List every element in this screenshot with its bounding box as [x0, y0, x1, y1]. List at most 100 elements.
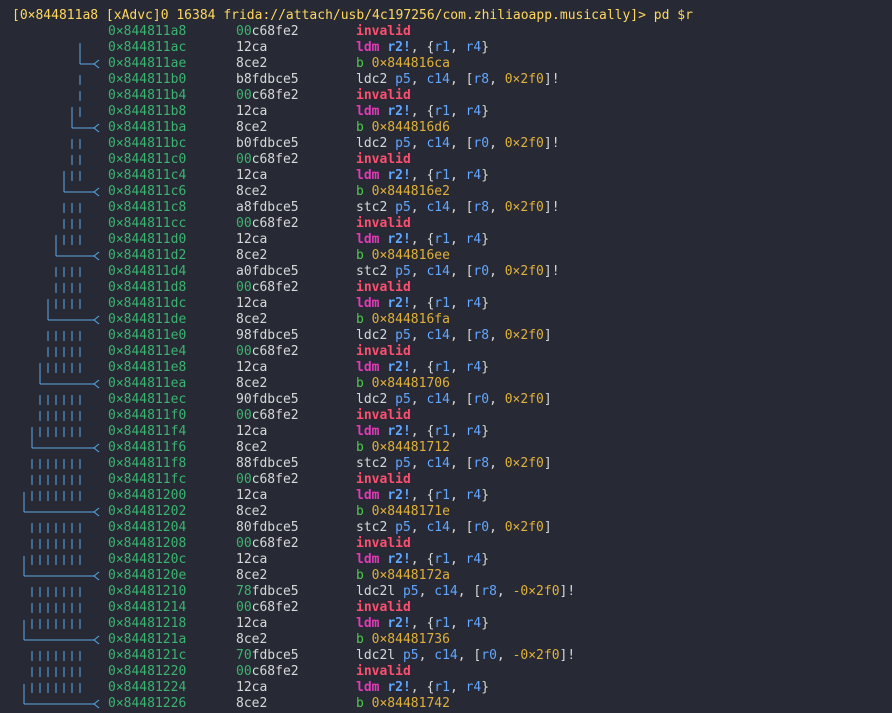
listing-row: 0×844811f4 12ca ldm r2!, {r1, r4} — [0, 424, 892, 440]
instruction-address: 0×84481210 — [108, 584, 187, 599]
disassembly-text: invalid — [356, 24, 411, 39]
instruction-address: 0×844811b0 — [108, 72, 187, 87]
instruction-bytes: 00c68fe2 — [236, 664, 299, 680]
listing-row: 0×844811bc b0fdbce5 ldc2 p5, c14, [r0, 0×2… — [0, 136, 892, 152]
bytes-rest: 8ce2 — [236, 504, 268, 519]
bytes-rest: c68fe2 — [251, 600, 299, 615]
instruction-address: 0×844811b8 — [108, 104, 187, 119]
instruction-bytes: 00c68fe2 — [236, 472, 299, 488]
instruction-address: 0×84481220 — [108, 664, 187, 679]
instruction-address: 0×844811fc — [108, 472, 187, 487]
instruction-bytes: 70fdbce5 — [236, 648, 299, 664]
instruction-bytes: a0fdbce5 — [236, 264, 299, 280]
instruction-address: 0×844811de — [108, 312, 187, 327]
instruction-address: 0×844811d0 — [108, 232, 187, 247]
instruction-bytes: 12ca — [236, 680, 267, 696]
instruction-address: 0×844811f4 — [108, 424, 187, 439]
disassembly-text: ldm r2!, {r1, r4} — [356, 488, 490, 503]
disassembly-text: b 0×84481706 — [356, 376, 450, 391]
terminal-window[interactable]: [0×844811a8 [xAdvc]0 16384 frida://attac… — [0, 0, 892, 713]
bytes-rest: 8ce2 — [236, 120, 268, 135]
instruction-address: 0×8448121c — [108, 648, 187, 663]
instruction-bytes: 00c68fe2 — [236, 600, 299, 616]
listing-row: 0×84481226 8ce2 b 0×84481742 — [0, 696, 892, 712]
instruction-bytes: 98fdbce5 — [236, 328, 299, 344]
disassembly-text: b 0×84481712 — [356, 440, 450, 455]
instruction-bytes: 00c68fe2 — [236, 88, 299, 104]
listing-row: 0×844811f6 8ce2 b 0×84481712 — [0, 440, 892, 456]
listing-row: 0×84481202 8ce2 b 0×8448171e — [0, 504, 892, 520]
instruction-bytes: 12ca — [236, 104, 267, 120]
bytes-rest: 8ce2 — [236, 312, 268, 327]
instruction-bytes: 00c68fe2 — [236, 408, 299, 424]
instruction-address: 0×844811a8 — [108, 24, 187, 39]
instruction-address: 0×844811cc — [108, 216, 187, 231]
bytes-rest: 12ca — [236, 552, 268, 567]
listing-row: 0×844811b4 00c68fe2 invalid — [0, 88, 892, 104]
bytes-highlight: 70 — [236, 648, 252, 663]
instruction-address: 0×844811f6 — [108, 440, 187, 455]
bytes-highlight: 00 — [236, 24, 252, 39]
disassembly-text: invalid — [356, 472, 411, 487]
bytes-rest: a8fdbce5 — [236, 200, 299, 215]
bytes-highlight: 00 — [236, 536, 252, 551]
bytes-highlight: 00 — [236, 152, 252, 167]
instruction-bytes: 90fdbce5 — [236, 392, 299, 408]
disassembly-text: invalid — [356, 216, 411, 231]
disassembly-text: invalid — [356, 664, 411, 679]
instruction-bytes: 00c68fe2 — [236, 152, 299, 168]
bytes-rest: c68fe2 — [251, 280, 299, 295]
instruction-address: 0×8448121a — [108, 632, 187, 647]
listing-row: 0×844811d4 a0fdbce5 stc2 p5, c14, [r0, 0×2… — [0, 264, 892, 280]
listing-row: 0×844811ae 8ce2 b 0×844816ca — [0, 56, 892, 72]
disassembly-text: stc2 p5, c14, [r0, 0×2f0]! — [356, 264, 560, 279]
instruction-address: 0×844811ec — [108, 392, 187, 407]
disassembly-text: b 0×844816fa — [356, 312, 450, 327]
bytes-rest: c68fe2 — [251, 472, 299, 487]
instruction-bytes: 8ce2 — [236, 120, 267, 136]
bytes-rest: c68fe2 — [251, 408, 299, 423]
instruction-address: 0×84481224 — [108, 680, 187, 695]
disassembly-text: b 0×844816d6 — [356, 120, 450, 135]
instruction-bytes: 00c68fe2 — [236, 280, 299, 296]
disassembly-text: b 0×844816ca — [356, 56, 450, 71]
instruction-bytes: 80fdbce5 — [236, 520, 299, 536]
instruction-address: 0×844811c0 — [108, 152, 187, 167]
bytes-rest: a0fdbce5 — [236, 264, 299, 279]
instruction-bytes: 12ca — [236, 424, 267, 440]
bytes-rest: 90fdbce5 — [236, 392, 299, 407]
disassembly-text: b 0×844816e2 — [356, 184, 450, 199]
instruction-bytes: 00c68fe2 — [236, 344, 299, 360]
bytes-highlight: 00 — [236, 344, 252, 359]
instruction-address: 0×844811bc — [108, 136, 187, 151]
instruction-bytes: 8ce2 — [236, 248, 267, 264]
listing-row: 0×84481200 12ca ldm r2!, {r1, r4} — [0, 488, 892, 504]
listing-row: 0×844811c6 8ce2 b 0×844816e2 — [0, 184, 892, 200]
instruction-bytes: 12ca — [236, 40, 267, 56]
instruction-address: 0×844811c6 — [108, 184, 187, 199]
bytes-rest: 8ce2 — [236, 696, 268, 711]
instruction-address: 0×844811e4 — [108, 344, 187, 359]
bytes-rest: 12ca — [236, 424, 268, 439]
disassembly-text: ldm r2!, {r1, r4} — [356, 104, 490, 119]
listing-row: 0×8448121c 70fdbce5 ldc2l p5, c14, [r0, -0… — [0, 648, 892, 664]
instruction-bytes: 12ca — [236, 296, 267, 312]
instruction-bytes: 8ce2 — [236, 376, 267, 392]
listing-row: 0×8448120c 12ca ldm r2!, {r1, r4} — [0, 552, 892, 568]
disassembly-text: ldm r2!, {r1, r4} — [356, 552, 490, 567]
instruction-address: 0×8448120e — [108, 568, 187, 583]
listing-row: 0×84481210 78fdbce5 ldc2l p5, c14, [r8, -0… — [0, 584, 892, 600]
bytes-rest: c68fe2 — [251, 152, 299, 167]
disassembly-text: invalid — [356, 88, 411, 103]
disassembly-text: b 0×844816ee — [356, 248, 450, 263]
listing-row: 0×844811ea 8ce2 b 0×84481706 — [0, 376, 892, 392]
listing-row: 0×84481204 80fdbce5 stc2 p5, c14, [r0, 0×2… — [0, 520, 892, 536]
listing-row: 0×84481208 00c68fe2 invalid — [0, 536, 892, 552]
bytes-rest: 12ca — [236, 296, 268, 311]
disassembly-text: ldc2 p5, c14, [r0, 0×2f0]! — [356, 136, 560, 151]
listing-row: 0×844811f0 00c68fe2 invalid — [0, 408, 892, 424]
bytes-highlight: 00 — [236, 88, 252, 103]
listing-row: 0×844811e4 00c68fe2 invalid — [0, 344, 892, 360]
bytes-rest: 12ca — [236, 40, 268, 55]
listing-row: 0×844811ba 8ce2 b 0×844816d6 — [0, 120, 892, 136]
